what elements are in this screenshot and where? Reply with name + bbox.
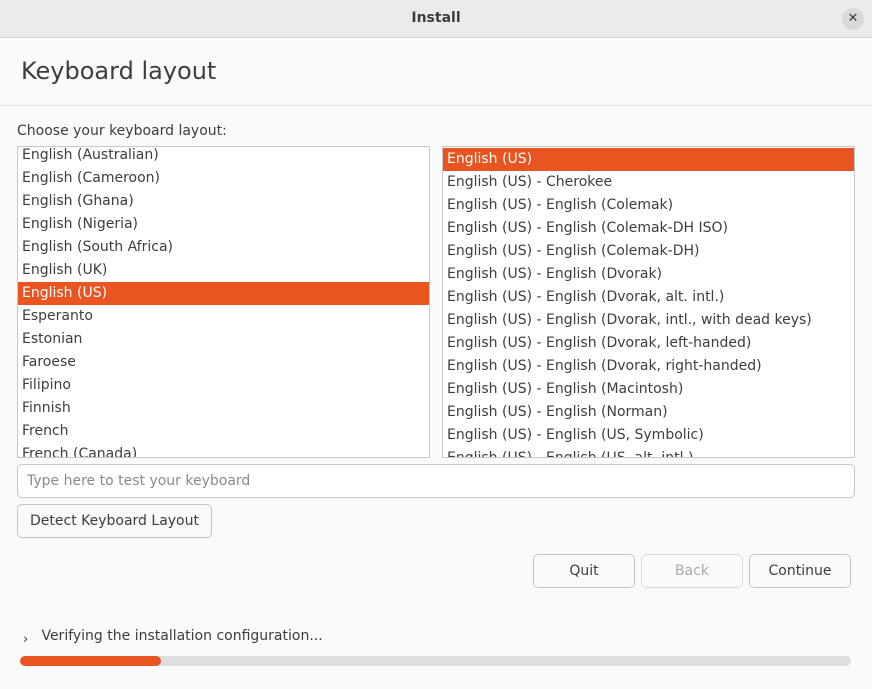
variant-list-item[interactable]: English (US) - English (Colemak) [443, 194, 854, 217]
variant-list-item[interactable]: English (US) - English (Dvorak) [443, 263, 854, 286]
variant-list-item[interactable]: English (US) - English (US, Symbolic) [443, 424, 854, 447]
layout-list-item[interactable]: English (Cameroon) [18, 167, 429, 190]
variant-list-item[interactable]: English (US) - English (Dvorak, alt. int… [443, 286, 854, 309]
layout-list-item[interactable]: French [18, 420, 429, 443]
page-title: Keyboard layout [21, 57, 217, 85]
layout-list-item[interactable]: French (Canada) [18, 443, 429, 457]
layout-list-item[interactable]: English (Ghana) [18, 190, 429, 213]
close-icon[interactable]: ✕ [842, 8, 864, 30]
chevron-right-icon[interactable]: › [23, 632, 37, 647]
variant-list-item[interactable]: English (US) - English (Colemak-DH) [443, 240, 854, 263]
variant-list-item[interactable]: English (US) - English (Dvorak, intl., w… [443, 309, 854, 332]
title-bar: Install ✕ [0, 0, 872, 38]
quit-button[interactable]: Quit [533, 554, 635, 588]
status-row[interactable]: › Verifying the installation configurati… [23, 628, 323, 647]
variant-list-item[interactable]: English (US) - Cherokee [443, 171, 854, 194]
main-content: Choose your keyboard layout: English (Au… [0, 106, 872, 689]
layout-list-item[interactable]: English (Nigeria) [18, 213, 429, 236]
progress-fill [20, 656, 162, 666]
layout-list-item[interactable]: English (US) [18, 282, 429, 305]
variant-list-item[interactable]: English (US) - English (Norman) [443, 401, 854, 424]
continue-button[interactable]: Continue [749, 554, 851, 588]
keyboard-test-input[interactable] [17, 464, 855, 498]
layout-list-item[interactable]: Finnish [18, 397, 429, 420]
progress-bar [20, 656, 851, 666]
layout-list-item[interactable]: Faroese [18, 351, 429, 374]
layout-prompt: Choose your keyboard layout: [17, 123, 227, 139]
layout-list-item[interactable]: English (South Africa) [18, 236, 429, 259]
variant-list-items: English (US) English (US) - Cherokee Engli… [443, 148, 854, 457]
layout-list-item[interactable]: English (Australian) [18, 147, 429, 167]
detect-keyboard-layout-button[interactable]: Detect Keyboard Layout [17, 504, 212, 538]
layout-list-item[interactable]: English (UK) [18, 259, 429, 282]
layout-list-item[interactable]: Esperanto [18, 305, 429, 328]
status-text: Verifying the installation configuration… [41, 628, 323, 644]
layout-list-item[interactable]: Estonian [18, 328, 429, 351]
window-title: Install [411, 10, 461, 26]
variant-list[interactable]: English (US) English (US) - Cherokee Engli… [442, 146, 855, 458]
back-button[interactable]: Back [641, 554, 743, 588]
variant-list-item[interactable]: English (US) - English (Macintosh) [443, 378, 854, 401]
variant-list-item[interactable]: English (US) [443, 148, 854, 171]
layout-list-items: English (Australian) English (Cameroon) En… [18, 147, 429, 457]
variant-list-item[interactable]: English (US) - English (Dvorak, right-ha… [443, 355, 854, 378]
variant-list-item[interactable]: English (US) - English (Dvorak, left-han… [443, 332, 854, 355]
page-header: Keyboard layout [0, 38, 872, 106]
variant-list-item[interactable]: English (US) - English (US, alt. intl.) [443, 447, 854, 457]
layout-list-item[interactable]: Filipino [18, 374, 429, 397]
layout-list[interactable]: English (Australian) English (Cameroon) En… [17, 146, 430, 458]
variant-list-item[interactable]: English (US) - English (Colemak-DH ISO) [443, 217, 854, 240]
